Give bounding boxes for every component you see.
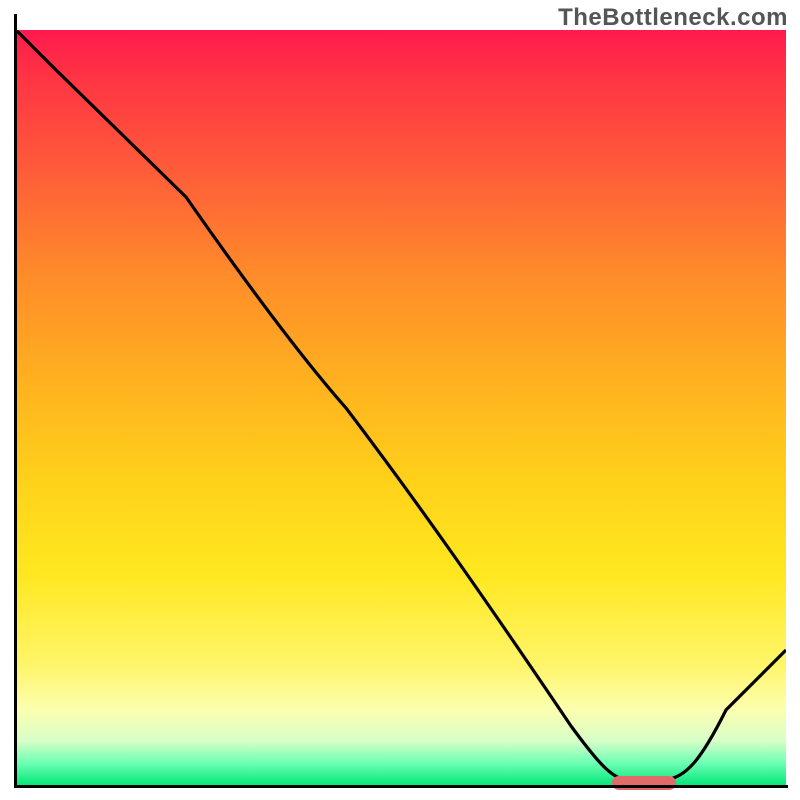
- curve-path: [16, 30, 786, 780]
- chart-container: TheBottleneck.com: [0, 0, 800, 800]
- bottleneck-curve: [16, 30, 786, 786]
- watermark-text: TheBottleneck.com: [558, 4, 788, 32]
- optimal-range-marker: [612, 776, 676, 790]
